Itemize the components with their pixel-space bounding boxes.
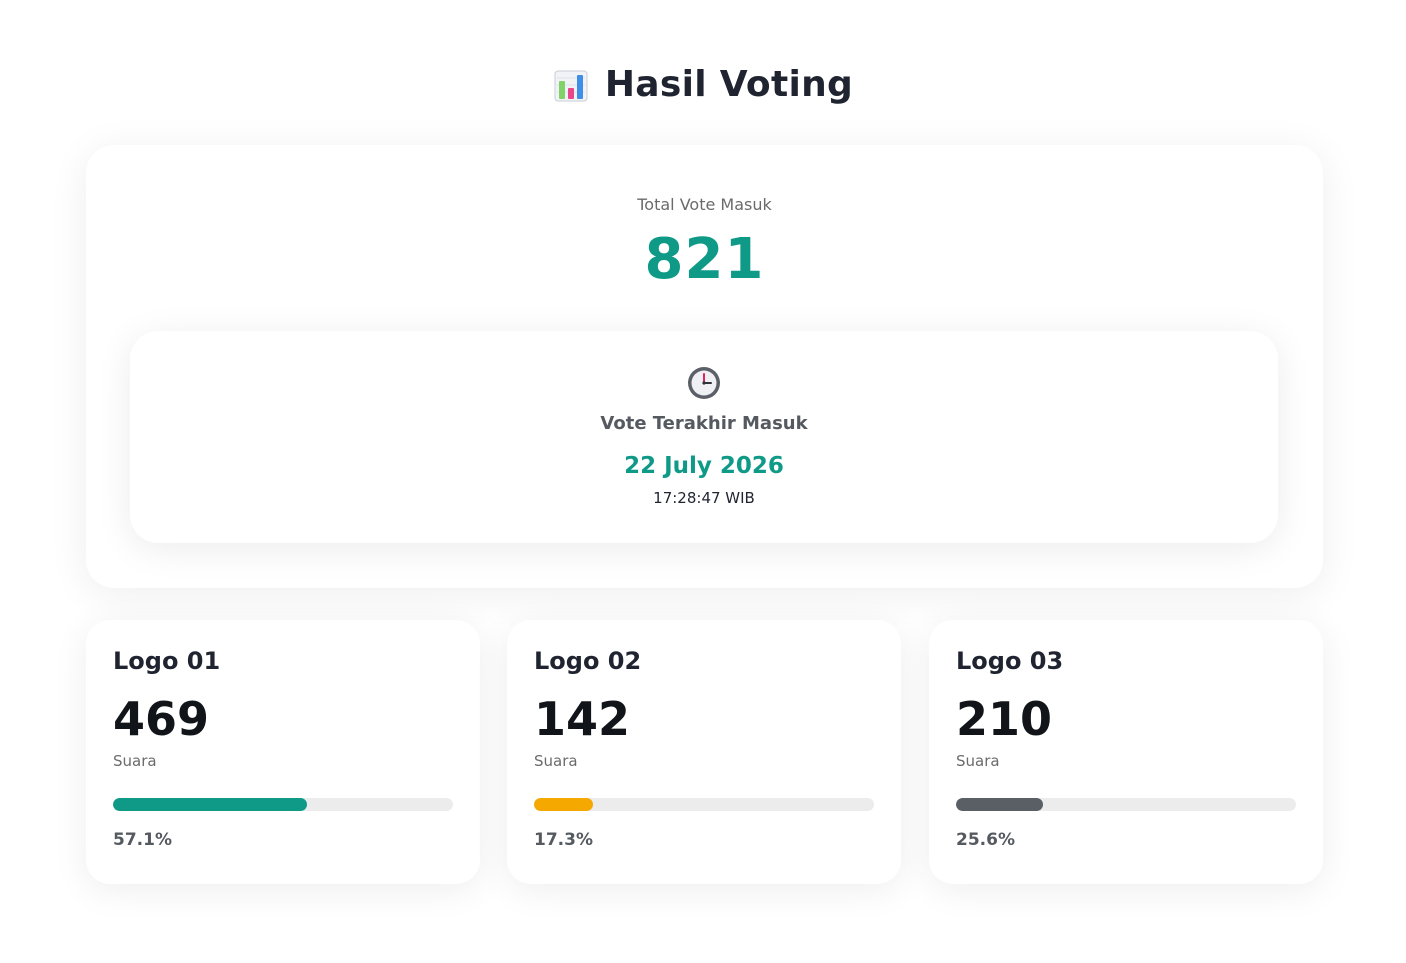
results-page: Hasil Voting Total Vote Masuk 821 Vote T… <box>0 0 1406 963</box>
vote-progress-bar <box>113 798 453 811</box>
vote-progress-fill <box>534 798 593 811</box>
candidate-card-logo-02: Logo 02 142 Suara 17.3% <box>507 620 901 884</box>
vote-progress-fill <box>956 798 1044 811</box>
page-header: Hasil Voting <box>0 64 1406 105</box>
candidate-vote-count: 210 <box>956 692 1053 746</box>
bar-chart-icon <box>554 70 588 101</box>
candidate-name: Logo 02 <box>534 647 642 675</box>
page-title: Hasil Voting <box>604 64 854 105</box>
candidate-vote-percent: 25.6% <box>956 830 1015 850</box>
vote-progress-fill <box>113 798 308 811</box>
last-vote-date: 22 July 2026 <box>624 453 784 479</box>
candidate-name: Logo 01 <box>113 647 221 675</box>
clock-icon <box>688 367 720 399</box>
last-vote-card: Vote Terakhir Masuk 22 July 2026 17:28:4… <box>130 331 1278 543</box>
candidate-vote-percent: 57.1% <box>113 830 172 850</box>
last-vote-label: Vote Terakhir Masuk <box>600 413 808 434</box>
candidate-vote-count: 142 <box>534 692 631 746</box>
total-votes-value: 821 <box>644 227 765 292</box>
candidate-card-logo-03: Logo 03 210 Suara 25.6% <box>929 620 1323 884</box>
last-vote-time: 17:28:47 WIB <box>653 489 755 507</box>
candidate-card-logo-01: Logo 01 469 Suara 57.1% <box>86 620 480 884</box>
candidate-vote-percent: 17.3% <box>534 830 593 850</box>
candidate-vote-unit: Suara <box>534 752 578 770</box>
candidate-name: Logo 03 <box>956 647 1064 675</box>
total-votes-label: Total Vote Masuk <box>637 195 772 214</box>
vote-progress-bar <box>956 798 1296 811</box>
summary-card: Total Vote Masuk 821 Vote Terakhir Masuk… <box>86 145 1323 588</box>
candidate-vote-count: 469 <box>113 692 210 746</box>
candidate-vote-unit: Suara <box>113 752 157 770</box>
vote-progress-bar <box>534 798 874 811</box>
candidate-vote-unit: Suara <box>956 752 1000 770</box>
